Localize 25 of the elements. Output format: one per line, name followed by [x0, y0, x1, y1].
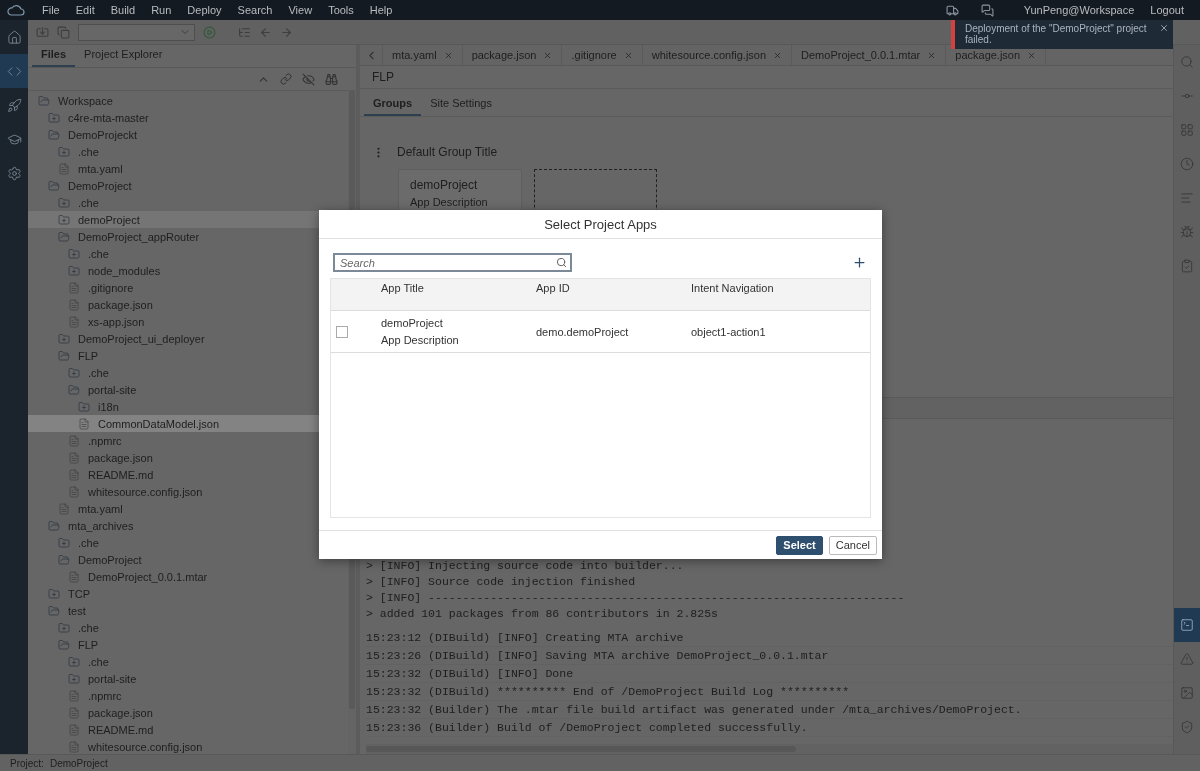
status-value: DemoProject: [49, 757, 108, 769]
console-line: > added 101 packages from 86 contributors in 2.825s: [366, 606, 719, 622]
column-header: App Title: [381, 282, 425, 294]
tile-title: demoProject: [410, 178, 479, 193]
console-line: 15:23:32 (DIBuild) [INFO] Done: [366, 665, 1173, 683]
console-line: 15:23:32 (DIBuild) ********** End of /DemoProject Build Log **********: [366, 683, 1173, 701]
column-header: Intent Navigation: [691, 282, 775, 294]
tile-subtitle: App Description: [410, 196, 489, 209]
table-cell-text: demoProject: [381, 317, 444, 329]
console-line: 15:23:32 (Builder) The .mtar file build artifact was generated under /mta_archives/DemoProject.: [366, 701, 1173, 719]
group-title: Default Group Title: [397, 145, 498, 160]
dialog-title: Select Project Apps: [544, 216, 657, 232]
console-line: > [INFO] ---------------------------------------------------------------------: [366, 590, 906, 606]
status-label: Project:: [10, 757, 44, 769]
editor-title: FLP: [372, 69, 394, 84]
console-line: 15:23:26 (DIBuild) [INFO] Saving MTA archive DemoProject_0.0.1.mtar: [366, 647, 1173, 665]
table-cell-text: object1-action1: [691, 325, 767, 338]
console-line: > [INFO] Source code injection finished: [366, 574, 637, 590]
notification-message: Deployment of the "DemoProject" project failed.: [965, 23, 1147, 45]
column-header: App ID: [536, 282, 571, 294]
table-cell-text: App Description: [381, 334, 460, 346]
console-line: > [INFO] Injecting source code into builder...: [366, 558, 685, 574]
console-line: 15:23:12 (DIBuild) [INFO] Creating MTA archive: [366, 629, 1173, 647]
table-cell-text: demo.demoProject: [536, 325, 630, 338]
console-line: 15:23:36 (Builder) Build of /DemoProject completed successfully.: [366, 719, 1173, 737]
